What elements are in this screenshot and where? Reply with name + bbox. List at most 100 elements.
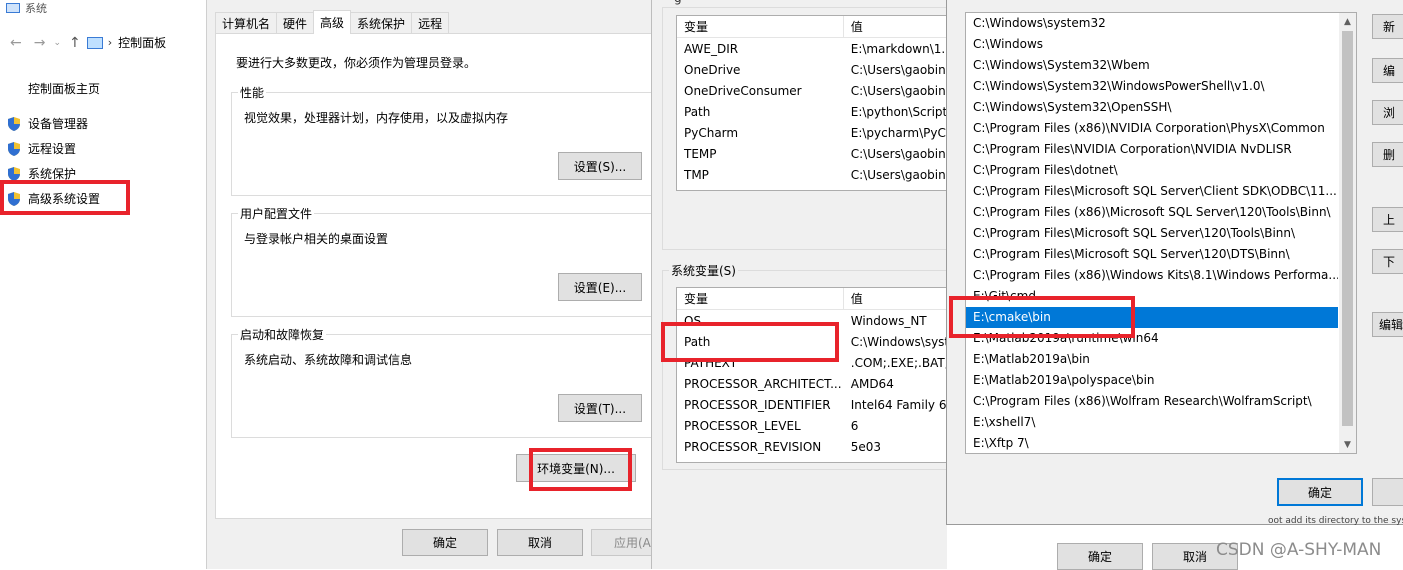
path-entry[interactable]: E:\Matlab2019a\runtime\win64 (966, 328, 1338, 349)
env-ok-button[interactable]: 确定 (1057, 543, 1143, 570)
variable-name-cell: TEMP (684, 146, 717, 161)
vertical-scrollbar[interactable]: ▲ ▼ (1339, 13, 1356, 453)
up-arrow-icon[interactable]: ↑ (69, 35, 81, 51)
tab-computer-name[interactable]: 计算机名 (215, 12, 278, 34)
table-row[interactable]: AWE_DIR E:\markdown\1. (677, 38, 947, 59)
user-profiles-group: 用户配置文件 与登录帐户相关的桌面设置 设置(E)... (231, 205, 659, 317)
address-breadcrumb[interactable]: 控制面板 (118, 34, 166, 51)
cancel-button[interactable]: 取消 (497, 529, 583, 556)
column-value[interactable]: 值 (844, 288, 947, 309)
table-row[interactable]: PROCESSOR_LEVEL 6 (677, 415, 947, 436)
column-variable[interactable]: 变量 (677, 288, 844, 309)
move-down-button[interactable]: 下 (1372, 249, 1403, 274)
scroll-up-arrow-icon[interactable]: ▲ (1339, 13, 1356, 30)
system-vars-list[interactable]: 变量 值 OS Windows_NT Path C:\Windows\syst PATH… (676, 287, 948, 463)
path-entry[interactable]: C:\Program Files (x86)\Wolfram Research\… (966, 391, 1338, 412)
advanced-system-settings-link[interactable]: 高级系统设置 (6, 190, 100, 207)
user-profiles-settings-button[interactable]: 设置(E)... (558, 273, 642, 301)
remote-settings-link[interactable]: 远程设置 (6, 140, 76, 157)
column-value[interactable]: 值 (844, 16, 947, 37)
path-rows: C:\Windows\system32 C:\Windows C:\Windows\… (966, 13, 1356, 453)
table-row[interactable]: Path C:\Windows\syst (677, 331, 947, 352)
path-entry[interactable]: C:\Windows\system32 (966, 13, 1338, 34)
path-entry[interactable]: C:\Windows (966, 34, 1338, 55)
tab-system-protection[interactable]: 系统保护 (350, 12, 413, 34)
variable-value-cell: Windows_NT (850, 313, 927, 328)
path-ok-button[interactable]: 确定 (1277, 478, 1363, 506)
path-entry-selected[interactable]: E:\cmake\bin (966, 307, 1338, 328)
performance-desc: 视觉效果，处理器计划，内存使用，以及虚拟内存 (244, 111, 509, 125)
user-vars-list[interactable]: 变量 值 AWE_DIR E:\markdown\1. OneDrive C:\Use… (676, 15, 948, 191)
scrollbar-thumb[interactable] (1342, 31, 1353, 426)
forward-arrow-icon[interactable]: → (34, 35, 46, 51)
path-entry[interactable]: E:\xshell7\ (966, 412, 1338, 433)
variable-name-cell: PROCESSOR_ARCHITECT... (684, 376, 842, 391)
table-row[interactable]: PROCESSOR_ARCHITECT... AMD64 (677, 373, 947, 394)
scroll-down-arrow-icon[interactable]: ▼ (1339, 436, 1356, 453)
table-row[interactable]: PyCharm E:\pycharm\PyC (677, 122, 947, 143)
path-entry[interactable]: C:\Program Files (x86)\Microsoft SQL Ser… (966, 202, 1338, 223)
tab-advanced[interactable]: 高级 (313, 10, 352, 34)
path-entry[interactable]: E:\Git\cmd (966, 286, 1338, 307)
variable-name-cell: OneDrive (684, 62, 741, 77)
table-row[interactable]: OneDrive C:\Users\gaobin (677, 59, 947, 80)
new-button[interactable]: 新 (1372, 14, 1403, 39)
path-entry[interactable]: C:\Windows\System32\WindowsPowerShell\v1… (966, 76, 1338, 97)
path-entries-list[interactable]: C:\Windows\system32 C:\Windows C:\Windows\… (965, 12, 1357, 454)
control-panel-home-link[interactable]: 控制面板主页 (28, 80, 100, 97)
table-row[interactable]: Path E:\python\Script (677, 101, 947, 122)
environment-variables-button[interactable]: 环境变量(N)... (516, 454, 636, 482)
ok-button[interactable]: 确定 (402, 529, 488, 556)
advanced-tab-page: 要进行大多数更改，你必须作为管理员登录。 性能 视觉效果，处理器计划，内存使用，… (215, 33, 659, 519)
move-up-button[interactable]: 上 (1372, 207, 1403, 232)
table-row[interactable]: PROCESSOR_IDENTIFIER Intel64 Family 6 (677, 394, 947, 415)
variable-name-cell: PROCESSOR_LEVEL (684, 418, 801, 433)
table-row[interactable]: PROCESSOR_REVISION 5e03 (677, 436, 947, 457)
path-entry[interactable]: C:\Program Files\Microsoft SQL Server\Cl… (966, 181, 1338, 202)
table-row[interactable]: TMP C:\Users\gaobin (677, 164, 947, 185)
user-profiles-desc: 与登录帐户相关的桌面设置 (244, 232, 389, 246)
path-entry[interactable]: C:\Program Files (x86)\Windows Kits\8.1\… (966, 265, 1338, 286)
system-icon (6, 3, 20, 13)
variable-value-cell: E:\python\Script (850, 104, 947, 119)
history-dropdown-icon[interactable]: ⌄ (53, 38, 61, 48)
breadcrumb-chevron-icon[interactable]: › (108, 36, 112, 49)
apply-button[interactable]: 应用(A) (591, 529, 653, 556)
path-entry[interactable]: C:\Program Files\dotnet\ (966, 160, 1338, 181)
performance-settings-button[interactable]: 设置(S)... (558, 152, 642, 180)
table-row[interactable]: PATHEXT .COM;.EXE;.BAT; (677, 352, 947, 373)
path-cancel-button[interactable] (1372, 478, 1403, 506)
path-entry[interactable]: E:\Xftp 7\ (966, 433, 1338, 453)
delete-button[interactable]: 删 (1372, 142, 1403, 167)
path-entry[interactable]: E:\Matlab2019a\bin (966, 349, 1338, 370)
path-entry[interactable]: C:\Windows\System32\OpenSSH\ (966, 97, 1338, 118)
tab-hardware[interactable]: 硬件 (276, 12, 315, 34)
tab-remote[interactable]: 远程 (411, 12, 450, 34)
table-row[interactable]: OneDriveConsumer C:\Users\gaobin (677, 80, 947, 101)
background-text-fragment: oot add its directory to the system (1268, 516, 1403, 526)
path-entry[interactable]: C:\Program Files (x86)\NVIDIA Corporatio… (966, 118, 1338, 139)
back-arrow-icon[interactable]: ← (10, 35, 22, 51)
edit-text-button[interactable]: 编辑 (1372, 312, 1403, 337)
system-protection-link[interactable]: 系统保护 (6, 165, 76, 182)
path-entry[interactable]: C:\Program Files\Microsoft SQL Server\12… (966, 223, 1338, 244)
path-entry[interactable]: C:\Windows\System32\Wbem (966, 55, 1338, 76)
edit-button[interactable]: 编 (1372, 58, 1403, 83)
variable-name-cell: OS (684, 313, 702, 328)
path-entry[interactable]: C:\Program Files\NVIDIA Corporation\NVID… (966, 139, 1338, 160)
device-manager-link[interactable]: 设备管理器 (6, 115, 88, 132)
variable-value-cell: E:\markdown\1. (850, 41, 946, 56)
variable-value-cell: 5e03 (850, 439, 882, 454)
variable-name-cell: OneDriveConsumer (684, 83, 802, 98)
user-vars-header-fragment: g (674, 0, 682, 5)
table-row[interactable]: TEMP C:\Users\gaobin (677, 143, 947, 164)
uac-shield-icon (8, 191, 20, 206)
variable-name-cell: PATHEXT (684, 355, 738, 370)
variable-value-cell: .COM;.EXE;.BAT; (850, 355, 947, 370)
path-entry[interactable]: C:\Program Files\Microsoft SQL Server\12… (966, 244, 1338, 265)
path-entry[interactable]: E:\Matlab2019a\polyspace\bin (966, 370, 1338, 391)
table-row[interactable]: OS Windows_NT (677, 310, 947, 331)
startup-recovery-settings-button[interactable]: 设置(T)... (558, 394, 642, 422)
column-variable[interactable]: 变量 (677, 16, 844, 37)
browse-button[interactable]: 浏 (1372, 100, 1403, 125)
